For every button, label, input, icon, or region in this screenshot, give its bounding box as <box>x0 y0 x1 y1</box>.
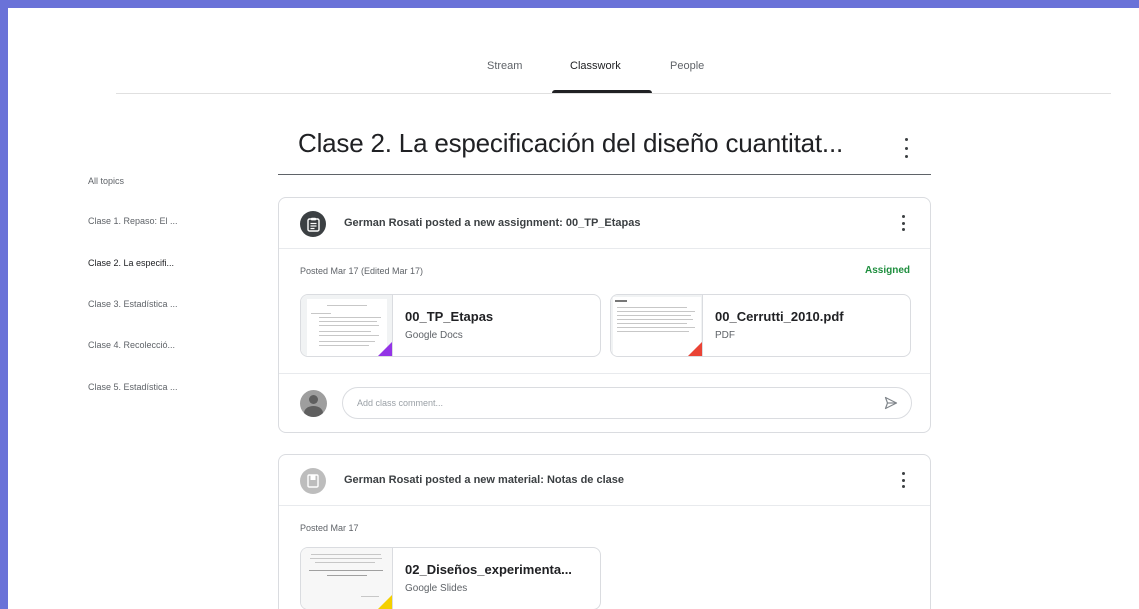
status-badge: Assigned <box>864 265 910 276</box>
tab-stream[interactable]: Stream <box>487 60 522 72</box>
attachment-type: Google Slides <box>405 583 468 594</box>
tab-bar: Stream Classwork People <box>116 8 1111 94</box>
post-header: German Rosati posted a new assignment: 0… <box>279 198 930 249</box>
post-more-options-icon[interactable] <box>898 472 908 488</box>
attachment-title: 02_Diseños_experimenta... <box>405 562 572 577</box>
attachment-type: PDF <box>715 330 735 341</box>
post-more-options-icon[interactable] <box>898 215 908 231</box>
class-comment-input[interactable] <box>342 387 912 419</box>
google-docs-corner-icon <box>378 342 392 356</box>
attachment-card[interactable]: 02_Diseños_experimenta... Google Slides <box>300 547 601 609</box>
post-header: German Rosati posted a new material: Not… <box>279 455 930 506</box>
attachment-card[interactable]: 00_TP_Etapas Google Docs <box>300 294 601 357</box>
sidebar-item-all-topics[interactable]: All topics <box>88 176 124 186</box>
attachment-title: 00_TP_Etapas <box>405 309 494 324</box>
material-icon <box>300 468 326 494</box>
sidebar-item-clase-4[interactable]: Clase 4. Recolecció... <box>88 340 175 350</box>
comment-row <box>279 373 930 433</box>
assignment-post-card[interactable]: German Rosati posted a new assignment: 0… <box>278 197 931 433</box>
post-title[interactable]: German Rosati posted a new material: Not… <box>344 474 624 486</box>
pdf-thumbnail <box>611 295 703 356</box>
posted-date: Posted Mar 17 <box>300 523 359 533</box>
google-slides-corner-icon <box>378 595 392 609</box>
tab-people[interactable]: People <box>670 60 704 72</box>
post-title[interactable]: German Rosati posted a new assignment: 0… <box>344 217 640 229</box>
material-post-card[interactable]: German Rosati posted a new material: Not… <box>278 454 931 609</box>
sidebar-item-clase-5[interactable]: Clase 5. Estadística ... <box>88 382 178 392</box>
attachment-card[interactable]: 00_Cerrutti_2010.pdf PDF <box>610 294 911 357</box>
classroom-window: Stream Classwork People All topics Clase… <box>8 8 1139 609</box>
sidebar-item-clase-2[interactable]: Clase 2. La especifi... <box>88 258 174 268</box>
document-thumbnail <box>301 295 393 356</box>
avatar <box>300 390 327 417</box>
assignment-icon <box>300 211 326 237</box>
topic-divider <box>278 174 931 175</box>
sidebar-item-clase-1[interactable]: Clase 1. Repaso: El ... <box>88 216 178 226</box>
tab-classwork[interactable]: Classwork <box>570 60 621 72</box>
attachment-type: Google Docs <box>405 330 463 341</box>
attachment-title: 00_Cerrutti_2010.pdf <box>715 309 844 324</box>
topic-more-options-icon[interactable] <box>900 138 912 158</box>
posted-date: Posted Mar 17 (Edited Mar 17) <box>300 266 424 276</box>
pdf-corner-icon <box>688 342 702 356</box>
sidebar-item-clase-3[interactable]: Clase 3. Estadística ... <box>88 299 178 309</box>
active-tab-indicator <box>552 90 652 93</box>
topic-title: Clase 2. La especificación del diseño cu… <box>298 128 844 158</box>
send-icon[interactable] <box>884 396 898 410</box>
slides-thumbnail <box>301 548 393 609</box>
